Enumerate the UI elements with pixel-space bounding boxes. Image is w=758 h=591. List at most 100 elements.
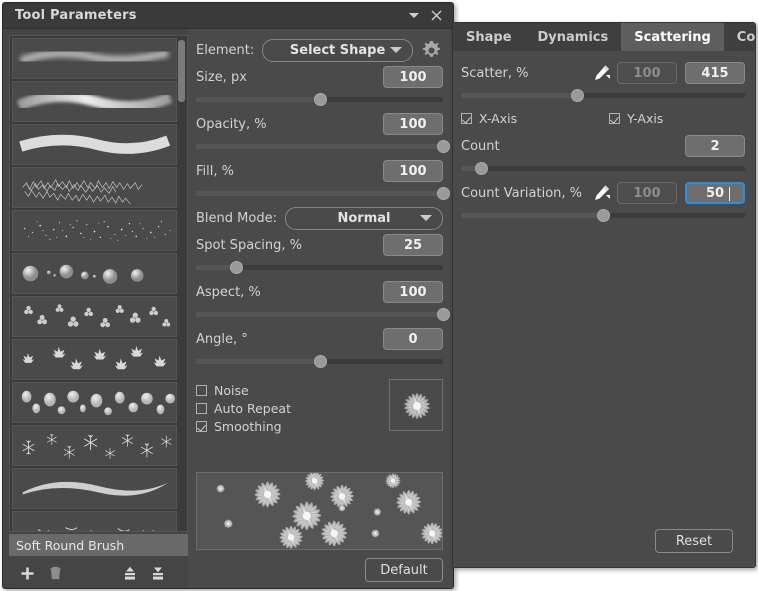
list-item[interactable]: [12, 425, 177, 466]
aspect-row: Aspect, % 100: [196, 279, 443, 305]
reset-button[interactable]: Reset: [655, 529, 733, 553]
count-input[interactable]: 2: [685, 135, 745, 157]
scatter-pen-pressure-toggle[interactable]: [590, 63, 612, 83]
y-axis-label: Y-Axis: [627, 110, 664, 126]
slider-thumb[interactable]: [437, 308, 450, 321]
blend-mode-value: Normal: [337, 210, 391, 226]
count-variation-value: 50: [705, 185, 725, 201]
slider-thumb[interactable]: [313, 93, 327, 106]
x-axis-checkbox-row[interactable]: X-Axis: [461, 109, 609, 127]
smoothing-label: Smoothing: [214, 418, 282, 434]
list-item[interactable]: [12, 81, 177, 122]
list-item[interactable]: [12, 339, 177, 380]
scatter-slider[interactable]: [461, 87, 745, 103]
list-item[interactable]: [12, 210, 177, 251]
x-axis-checkbox[interactable]: [461, 112, 472, 124]
element-settings-button[interactable]: [419, 38, 443, 62]
plus-icon: [21, 567, 33, 579]
size-slider[interactable]: [196, 91, 443, 107]
spot-spacing-slider[interactable]: [196, 259, 443, 275]
collapse-button[interactable]: [403, 6, 425, 26]
scatter-input[interactable]: 415: [685, 62, 745, 84]
aspect-input[interactable]: 100: [383, 281, 443, 303]
close-button[interactable]: [425, 6, 447, 26]
element-label: Element:: [196, 42, 255, 58]
noise-checkbox-row[interactable]: Noise: [196, 381, 389, 399]
aspect-slider[interactable]: [196, 306, 450, 322]
opacity-label: Opacity, %: [196, 116, 267, 132]
spot-spacing-input[interactable]: 25: [383, 234, 443, 256]
list-item[interactable]: [12, 253, 177, 294]
smoothing-checkbox-row[interactable]: Smoothing: [196, 417, 389, 435]
fill-slider[interactable]: [196, 185, 450, 201]
window-title: Tool Parameters: [15, 8, 137, 23]
tab-color[interactable]: Color: [723, 23, 755, 51]
y-axis-checkbox-row[interactable]: Y-Axis: [609, 109, 663, 127]
count-variation-slider[interactable]: [461, 207, 745, 223]
count-row: Count 2: [461, 133, 745, 159]
angle-row: Angle, ° 0: [196, 326, 443, 352]
auto-repeat-label: Auto Repeat: [214, 400, 291, 416]
tab-shape[interactable]: Shape: [453, 23, 525, 51]
export-preset-button[interactable]: [146, 561, 170, 585]
parameters-button-row: Default: [196, 550, 443, 588]
list-item[interactable]: [12, 124, 177, 165]
smoothing-checkbox[interactable]: [196, 420, 207, 432]
pen-pressure-icon: [595, 65, 610, 80]
default-button[interactable]: Default: [365, 558, 443, 582]
list-item[interactable]: [12, 38, 177, 79]
noise-checkbox[interactable]: [196, 384, 207, 396]
shape-preview[interactable]: [389, 379, 443, 431]
size-input[interactable]: 100: [383, 66, 443, 88]
text-caret: [729, 187, 730, 201]
scatter-row: Scatter, % 100 415: [461, 60, 745, 86]
auto-repeat-checkbox[interactable]: [196, 402, 207, 414]
count-variation-label: Count Variation, %: [461, 185, 583, 201]
angle-slider[interactable]: [196, 353, 443, 369]
import-preset-button[interactable]: [118, 561, 142, 585]
slider-fill: [461, 213, 603, 218]
add-preset-button[interactable]: [15, 561, 39, 585]
list-item[interactable]: [12, 167, 177, 208]
slider-thumb[interactable]: [571, 89, 585, 102]
list-item[interactable]: [12, 296, 177, 337]
tool-parameters-window: Tool Parameters Soft Round Brush Element…: [2, 2, 454, 589]
list-item[interactable]: [12, 511, 177, 531]
size-row: Size, px 100: [196, 64, 443, 90]
element-shape-dropdown[interactable]: Select Shape: [262, 38, 413, 62]
blend-mode-dropdown[interactable]: Normal: [284, 206, 443, 230]
element-shape-value: Select Shape: [289, 42, 386, 58]
opacity-input[interactable]: 100: [383, 113, 443, 135]
slider-fill: [196, 144, 443, 149]
slider-thumb[interactable]: [597, 209, 610, 222]
pen-pressure-icon: [595, 185, 610, 200]
delete-preset-button[interactable]: [43, 561, 67, 585]
export-icon: [153, 567, 163, 580]
slider-thumb[interactable]: [437, 187, 450, 200]
slider-fill: [196, 312, 443, 317]
tab-scattering[interactable]: Scattering: [621, 23, 724, 51]
count-variation-pen-pressure-toggle[interactable]: [590, 183, 612, 203]
slider-thumb[interactable]: [474, 162, 488, 175]
slider-thumb[interactable]: [229, 261, 243, 274]
tab-dynamics[interactable]: Dynamics: [524, 23, 622, 51]
angle-label: Angle, °: [196, 331, 248, 347]
opacity-slider[interactable]: [196, 138, 450, 154]
import-icon: [125, 566, 135, 580]
y-axis-checkbox[interactable]: [609, 112, 620, 124]
slider-thumb[interactable]: [437, 140, 450, 153]
list-item[interactable]: [12, 468, 177, 509]
axis-row: X-Axis Y-Axis: [461, 107, 745, 129]
scrollbar-thumb[interactable]: [178, 40, 185, 102]
list-item[interactable]: [12, 382, 177, 423]
brush-list-scrollbar[interactable]: [178, 37, 186, 531]
slider-thumb[interactable]: [313, 355, 327, 368]
angle-input[interactable]: 0: [383, 328, 443, 350]
fill-input[interactable]: 100: [383, 160, 443, 182]
flower-shape-preview-icon: [404, 393, 430, 419]
brush-preset-list[interactable]: [9, 35, 188, 532]
auto-repeat-checkbox-row[interactable]: Auto Repeat: [196, 399, 389, 417]
count-variation-input[interactable]: 50: [685, 182, 745, 204]
chevron-down-icon: [409, 13, 419, 18]
count-slider[interactable]: [461, 160, 745, 176]
